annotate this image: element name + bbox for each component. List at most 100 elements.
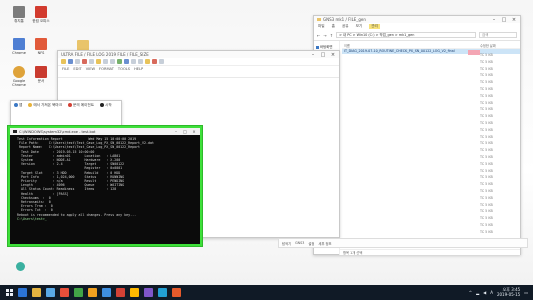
find-icon[interactable]	[117, 59, 122, 64]
taskbar-app-icon[interactable]	[18, 288, 27, 297]
bookmark-apps[interactable]: 앱	[14, 103, 22, 108]
forward-arrow-icon[interactable]: →	[323, 33, 326, 38]
explorer-bottom-bar: 탐색기 GNS3 설정 세부 정보	[278, 238, 528, 248]
volume-icon[interactable]: ◀	[483, 290, 486, 295]
desktop-icon-recycle-bin[interactable]: 휴지통	[8, 6, 30, 23]
column-header-name[interactable]: 이름	[344, 43, 480, 48]
highlight-icon[interactable]	[145, 59, 150, 64]
desktop-icon-doc[interactable]: 문서	[30, 66, 52, 83]
copy-icon[interactable]	[89, 59, 94, 64]
cut-icon[interactable]	[82, 59, 87, 64]
desktop-icon-label: 문서	[37, 79, 45, 83]
taskbar-app-icon[interactable]	[74, 288, 83, 297]
tab-home[interactable]: 홈	[332, 24, 335, 29]
command-prompt-window[interactable]: C:\WINDOWS\system32\cmd.exe - test.bat –…	[8, 126, 202, 246]
dock-item[interactable]: 세부 정보	[318, 241, 331, 246]
menu-edit[interactable]: EDIT	[73, 67, 81, 72]
explorer-titlebar[interactable]: GNS3 mk1 / FILE_gen – □ ×	[314, 16, 520, 23]
up-arrow-icon[interactable]: ↑	[330, 33, 333, 38]
minimize-icon[interactable]: –	[173, 129, 179, 134]
windows-start-icon[interactable]	[6, 289, 13, 296]
bookmark-imported[interactable]: 에서 가져온 북마크	[28, 103, 62, 108]
italic-icon[interactable]	[138, 59, 143, 64]
file-size: TC 5 KB	[480, 114, 493, 119]
file-size: TC 5 KB	[480, 216, 493, 221]
desktop: 휴지통 한컴 오피스 Chrome NFS Google Chrome 문서 G…	[0, 0, 533, 285]
terminal-output[interactable]: Test Information Report Wed May 15 10:00…	[10, 135, 200, 244]
input-language[interactable]: A	[490, 290, 493, 295]
bookmark-start[interactable]: 시작	[100, 103, 112, 108]
paste-icon[interactable]	[96, 59, 101, 64]
document-icon	[35, 66, 47, 78]
bookmark-agent[interactable]: 문의 에이전트	[68, 103, 94, 108]
dock-item[interactable]: GNS3	[295, 241, 304, 245]
minimize-icon[interactable]: –	[491, 17, 497, 23]
taskbar-app-icon[interactable]	[158, 288, 167, 297]
replace-icon[interactable]	[124, 59, 129, 64]
maximize-icon[interactable]: □	[320, 52, 326, 58]
bold-icon[interactable]	[131, 59, 136, 64]
desktop-icon-chrome[interactable]: Google Chrome	[8, 66, 30, 87]
dock-item[interactable]: 설정	[308, 241, 314, 246]
tab-share[interactable]: 공유	[342, 24, 349, 29]
menu-help[interactable]: HELP	[134, 67, 143, 72]
taskbar-app-icon[interactable]	[46, 288, 55, 297]
search-input[interactable]: 검색	[479, 32, 517, 38]
taskbar-app-icon[interactable]	[130, 288, 139, 297]
folder-icon	[317, 18, 321, 21]
taskbar-app-icon[interactable]	[172, 288, 181, 297]
address-path[interactable]: > 내 PC > Win10 (C:) > 작업_gen > mk1_gen	[336, 32, 476, 38]
terminal-titlebar[interactable]: C:\WINDOWS\system32\cmd.exe - test.bat –…	[10, 128, 200, 135]
desktop-icon-app[interactable]: Chrome	[8, 38, 30, 55]
settings-icon[interactable]	[159, 59, 164, 64]
stop-icon[interactable]	[152, 59, 157, 64]
desktop-icon-label: Chrome	[12, 51, 26, 55]
maximize-icon[interactable]: □	[182, 129, 188, 134]
network-icon[interactable]: ▂	[476, 290, 479, 295]
tab-file[interactable]: 파일	[318, 24, 325, 29]
open-icon[interactable]	[61, 59, 66, 64]
ribbon-tabs: 파일 홈 공유 보기 관리	[314, 23, 520, 30]
back-arrow-icon[interactable]: ←	[317, 33, 320, 38]
close-icon[interactable]: ×	[330, 52, 336, 58]
save-icon[interactable]	[68, 59, 73, 64]
taskbar-app-icon[interactable]	[60, 288, 69, 297]
taskbar-app-icon[interactable]	[102, 288, 111, 297]
close-icon[interactable]: ×	[511, 17, 517, 23]
terminal-icon	[13, 130, 17, 133]
clock-date: 2019-05-15	[496, 291, 521, 297]
desktop-icon-hancom[interactable]: 한컴 오피스	[30, 6, 52, 23]
column-header-date[interactable]: 수정한 날짜	[480, 43, 518, 48]
dock-item[interactable]: 탐색기	[282, 241, 291, 246]
minimize-icon[interactable]: –	[310, 52, 316, 58]
menu-format[interactable]: FORMAT	[99, 67, 114, 72]
editor-title: ULTRA FILE / FILE LOG 2019 FILE / FILE_S…	[61, 52, 149, 57]
menu-file[interactable]: FILE	[62, 67, 69, 72]
notification-icon[interactable]: ▭	[524, 290, 528, 295]
chat-app-icon[interactable]	[16, 262, 25, 271]
taskbar-app-icon[interactable]	[32, 288, 41, 297]
taskbar-app-icon[interactable]	[144, 288, 153, 297]
maximize-icon[interactable]: □	[501, 17, 507, 23]
desktop-icon-label: Google Chrome	[12, 79, 26, 87]
menu-tools[interactable]: TOOLS	[118, 67, 130, 72]
status-bar: 항목 1개 선택	[340, 249, 520, 255]
taskbar-app-icon[interactable]	[116, 288, 125, 297]
file-size: TC 5 KB	[480, 53, 493, 57]
clock[interactable]: 오후 3:45 2019-05-15	[496, 287, 521, 297]
file-size: TC 5 KB	[480, 182, 493, 187]
tab-manage[interactable]: 관리	[369, 24, 380, 29]
tab-view[interactable]: 보기	[356, 24, 363, 29]
taskbar-app-icon[interactable]	[88, 288, 97, 297]
chevron-up-icon[interactable]: ^	[469, 290, 472, 295]
close-icon[interactable]: ×	[191, 129, 197, 134]
menu-view[interactable]: VIEW	[86, 67, 95, 72]
editor-titlebar[interactable]: ULTRA FILE / FILE LOG 2019 FILE / FILE_S…	[58, 51, 339, 58]
undo-icon[interactable]	[103, 59, 108, 64]
file-size: TC 5 KB	[480, 154, 493, 159]
redo-icon[interactable]	[110, 59, 115, 64]
print-icon[interactable]	[75, 59, 80, 64]
bookmarks-bar: 앱 에서 가져온 북마크 문의 에이전트 시작	[11, 101, 121, 110]
desktop-icon-nfs[interactable]: NFS	[30, 38, 52, 55]
file-size: TC 5 KB	[480, 175, 493, 180]
